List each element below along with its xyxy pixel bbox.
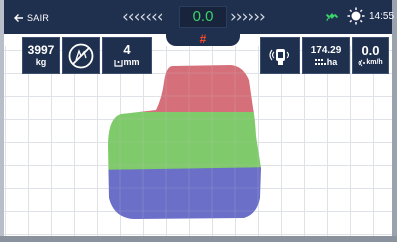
guidance-toggle-tile[interactable]: [62, 37, 100, 74]
exit-label: SAIR: [27, 13, 50, 23]
device-frame-bottom: [0, 236, 397, 242]
status-notch: #: [166, 32, 240, 46]
zone-blue: [108, 167, 261, 219]
zone-green: [108, 112, 261, 170]
spreader-icon: [269, 48, 290, 65]
speed-signal-icon: [358, 59, 366, 66]
exit-button[interactable]: SAIR: [14, 11, 49, 25]
gps-satellite-icon[interactable]: [325, 9, 339, 23]
covered-area-tile[interactable]: 174.29 ha: [302, 37, 350, 74]
applied-amount-value: 3997: [27, 42, 55, 57]
guidance-left-indicator: ‹‹‹‹‹‹‹: [122, 7, 164, 27]
status-alert-symbol: #: [199, 32, 207, 46]
width-icon: [114, 59, 124, 67]
device-frame-right: [392, 0, 397, 242]
field-coverage-map: [108, 65, 261, 219]
applied-amount-unit: kg: [35, 56, 47, 67]
speed-tile[interactable]: 0.0 km/h: [352, 37, 389, 74]
speed-value: 0.0: [361, 42, 380, 58]
working-width-unit: mm: [123, 57, 140, 67]
area-grid-icon: [314, 58, 326, 65]
field-map[interactable]: [4, 46, 392, 236]
covered-area-unit: ha: [326, 56, 338, 67]
covered-area-value: 174.29: [310, 44, 342, 56]
working-width-value: 4: [123, 42, 131, 57]
no-guidance-icon: [68, 43, 94, 68]
brightness-sun-icon[interactable]: [347, 7, 365, 25]
speed-unit: km/h: [366, 58, 383, 66]
guidance-right-indicator: ››››››: [230, 7, 266, 27]
guidance-offset-readout: 0.0: [179, 6, 227, 28]
clock: 14:55: [369, 11, 395, 22]
top-status-bar: SAIR ‹‹‹‹‹‹‹ 0.0 ›››››› 14:55: [4, 0, 395, 34]
applied-amount-tile[interactable]: 3997 kg: [22, 37, 60, 74]
working-width-tile[interactable]: 4 mm: [102, 37, 152, 74]
implement-tile[interactable]: [260, 37, 300, 74]
arrow-left-icon: [14, 14, 23, 22]
